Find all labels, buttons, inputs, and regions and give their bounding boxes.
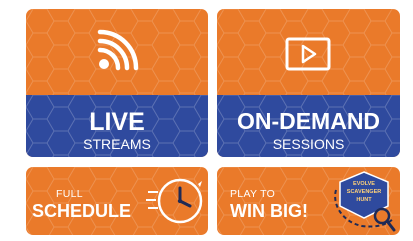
wifi-broadcast-icon (97, 29, 139, 71)
on-demand-subtitle: SESSIONS (272, 136, 345, 152)
clock-icon (146, 178, 203, 224)
live-subtitle: STREAMS (83, 136, 151, 152)
play-to-win-tile[interactable]: PLAY TO WIN BIG! EVOLVE SCAVENGER HUNT (217, 167, 400, 235)
play-button-icon (285, 37, 331, 71)
play-line2: WIN BIG! (230, 201, 308, 221)
badge-line2: SCAVENGER (346, 189, 382, 195)
full-schedule-tile[interactable]: FULL SCHEDULE (26, 167, 208, 235)
play-line1: PLAY TO (230, 188, 276, 200)
scavenger-hunt-badge-icon: EVOLVE SCAVENGER HUNT (330, 168, 398, 234)
live-streams-tile[interactable]: LIVE STREAMS (26, 9, 208, 157)
badge-line3: HUNT (356, 197, 372, 203)
schedule-line1: FULL (56, 188, 83, 200)
schedule-line2: SCHEDULE (32, 201, 132, 221)
badge-line1: EVOLVE (353, 181, 375, 187)
live-streams-tile-bottom: LIVE STREAMS (26, 95, 208, 157)
on-demand-title: ON-DEMAND (236, 108, 381, 134)
live-streams-tile-top (26, 9, 208, 95)
on-demand-tile-top (217, 9, 400, 95)
on-demand-sessions-tile[interactable]: ON-DEMAND SESSIONS (217, 9, 400, 157)
on-demand-tile-bottom: ON-DEMAND SESSIONS (217, 95, 400, 157)
live-title: LIVE (89, 108, 145, 136)
